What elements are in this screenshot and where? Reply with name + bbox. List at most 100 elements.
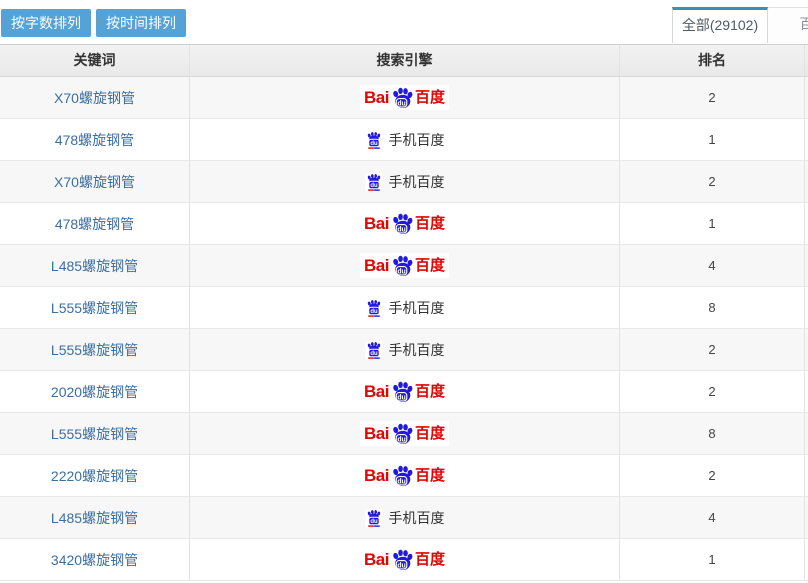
keyword-ranking-table: 关键词 搜索引擎 排名 X70螺旋钢管 Bai du 百度 bbox=[0, 44, 808, 581]
keyword-link[interactable]: 2220螺旋钢管 bbox=[51, 466, 138, 486]
keyword-link[interactable]: 478螺旋钢管 bbox=[55, 214, 134, 234]
baidu-logo-cn-text: 百度 bbox=[415, 552, 445, 567]
baidu-logo-bai-text: Bai bbox=[364, 425, 389, 442]
svg-text:du: du bbox=[370, 141, 378, 147]
baidu-desktop-logo: Bai du 百度 bbox=[360, 85, 449, 110]
keyword-cell: L555螺旋钢管 bbox=[0, 329, 190, 370]
svg-text:du: du bbox=[397, 436, 405, 443]
keyword-link[interactable]: L555螺旋钢管 bbox=[51, 424, 138, 444]
svg-text:du: du bbox=[370, 351, 378, 357]
keyword-cell: X70螺旋钢管 bbox=[0, 161, 190, 202]
baidu-logo-cn-text: 百度 bbox=[415, 468, 445, 483]
rank-cell: 2 bbox=[620, 77, 805, 118]
table-row: L555螺旋钢管 Bai du 百度 bbox=[0, 413, 808, 455]
table-row: 478螺旋钢管 Bai du 百度 bbox=[0, 203, 808, 245]
engine-cell: Bai du 百度 bbox=[190, 497, 620, 538]
table-row: 2220螺旋钢管 Bai du 百度 bbox=[0, 455, 808, 497]
baidu-desktop-logo: Bai du 百度 bbox=[360, 547, 449, 572]
mobile-baidu-engine: du 手机百度 bbox=[365, 173, 445, 191]
baidu-paw-icon: du bbox=[390, 86, 414, 109]
sort-by-time-button[interactable]: 按时间排列 bbox=[96, 9, 186, 37]
baidu-logo-bai-text: Bai bbox=[364, 89, 389, 106]
baidu-logo-bai-text: Bai bbox=[364, 383, 389, 400]
tab-baidu[interactable]: 百度 bbox=[768, 7, 808, 43]
rank-cell: 1 bbox=[620, 119, 805, 160]
svg-text:du: du bbox=[397, 562, 405, 569]
table-row: 478螺旋钢管 Bai du 百度 bbox=[0, 119, 808, 161]
engine-cell: Bai du 百度 bbox=[190, 329, 620, 370]
rank-value: 2 bbox=[708, 342, 715, 357]
svg-text:du: du bbox=[397, 268, 405, 275]
baidu-logo-cn-text: 百度 bbox=[415, 426, 445, 441]
rank-cell: 4 bbox=[620, 245, 805, 286]
keyword-cell: 2020螺旋钢管 bbox=[0, 371, 190, 412]
baidu-logo-bai-text: Bai bbox=[364, 257, 389, 274]
keyword-link[interactable]: L555螺旋钢管 bbox=[51, 340, 138, 360]
engine-cell: Bai du 百度 bbox=[190, 77, 620, 118]
table-row: L555螺旋钢管 Bai du 百度 bbox=[0, 287, 808, 329]
column-header-rank: 排名 bbox=[620, 45, 805, 76]
keyword-link[interactable]: L485螺旋钢管 bbox=[51, 508, 138, 528]
mobile-baidu-icon: du bbox=[365, 173, 383, 191]
baidu-logo-cn-text: 百度 bbox=[415, 216, 445, 231]
keyword-rank-page: 按字数排列 按时间排列 全部(29102) 百度 关键词 搜索引擎 排名 X70… bbox=[0, 0, 808, 583]
mobile-baidu-icon: du bbox=[365, 131, 383, 149]
tab-all[interactable]: 全部(29102) bbox=[672, 7, 768, 43]
rank-cell: 4 bbox=[620, 497, 805, 538]
mobile-baidu-engine: du 手机百度 bbox=[365, 509, 445, 527]
keyword-link[interactable]: X70螺旋钢管 bbox=[54, 88, 135, 108]
engine-cell: Bai du 百度 bbox=[190, 161, 620, 202]
baidu-desktop-logo: Bai du 百度 bbox=[360, 421, 449, 446]
mobile-baidu-engine: du 手机百度 bbox=[365, 299, 445, 317]
rank-value: 1 bbox=[708, 552, 715, 567]
rank-value: 1 bbox=[708, 132, 715, 147]
keyword-link[interactable]: 478螺旋钢管 bbox=[55, 130, 134, 150]
keyword-link[interactable]: L555螺旋钢管 bbox=[51, 298, 138, 318]
keyword-cell: X70螺旋钢管 bbox=[0, 77, 190, 118]
baidu-desktop-logo: Bai du 百度 bbox=[360, 463, 449, 488]
rank-value: 1 bbox=[708, 216, 715, 231]
mobile-baidu-label: 手机百度 bbox=[389, 301, 445, 315]
baidu-paw-icon: du bbox=[390, 548, 414, 571]
table-row: X70螺旋钢管 Bai du 百度 bbox=[0, 161, 808, 203]
table-row: L485螺旋钢管 Bai du 百度 bbox=[0, 497, 808, 539]
keyword-link[interactable]: L485螺旋钢管 bbox=[51, 256, 138, 276]
rank-value: 2 bbox=[708, 384, 715, 399]
mobile-baidu-engine: du 手机百度 bbox=[365, 341, 445, 359]
keyword-link[interactable]: 3420螺旋钢管 bbox=[51, 550, 138, 570]
baidu-logo-cn-text: 百度 bbox=[415, 90, 445, 105]
mobile-baidu-icon: du bbox=[365, 341, 383, 359]
table-row: L485螺旋钢管 Bai du 百度 bbox=[0, 245, 808, 287]
engine-cell: Bai du 百度 bbox=[190, 245, 620, 286]
mobile-baidu-label: 手机百度 bbox=[389, 133, 445, 147]
rank-cell: 2 bbox=[620, 329, 805, 370]
rank-value: 2 bbox=[708, 90, 715, 105]
column-header-keyword: 关键词 bbox=[0, 45, 190, 76]
keyword-cell: 478螺旋钢管 bbox=[0, 119, 190, 160]
baidu-logo-bai-text: Bai bbox=[364, 551, 389, 568]
engine-cell: Bai du 百度 bbox=[190, 371, 620, 412]
baidu-paw-icon: du bbox=[390, 212, 414, 235]
keyword-link[interactable]: 2020螺旋钢管 bbox=[51, 382, 138, 402]
rank-cell: 2 bbox=[620, 161, 805, 202]
rank-value: 4 bbox=[708, 258, 715, 273]
baidu-paw-icon: du bbox=[390, 422, 414, 445]
baidu-logo-cn-text: 百度 bbox=[415, 258, 445, 273]
rank-cell: 1 bbox=[620, 539, 805, 580]
svg-text:du: du bbox=[397, 478, 405, 485]
mobile-baidu-engine: du 手机百度 bbox=[365, 131, 445, 149]
rank-cell: 2 bbox=[620, 455, 805, 496]
toolbar: 按字数排列 按时间排列 全部(29102) 百度 bbox=[0, 0, 808, 44]
keyword-cell: 3420螺旋钢管 bbox=[0, 539, 190, 580]
keyword-cell: L485螺旋钢管 bbox=[0, 497, 190, 538]
keyword-cell: 2220螺旋钢管 bbox=[0, 455, 190, 496]
keyword-link[interactable]: X70螺旋钢管 bbox=[54, 172, 135, 192]
mobile-baidu-label: 手机百度 bbox=[389, 343, 445, 357]
engine-cell: Bai du 百度 bbox=[190, 413, 620, 454]
svg-text:du: du bbox=[370, 183, 378, 189]
table-row: X70螺旋钢管 Bai du 百度 bbox=[0, 77, 808, 119]
table-header-row: 关键词 搜索引擎 排名 bbox=[0, 45, 808, 77]
mobile-baidu-icon: du bbox=[365, 299, 383, 317]
sort-by-wordcount-button[interactable]: 按字数排列 bbox=[1, 9, 91, 37]
rank-value: 4 bbox=[708, 510, 715, 525]
